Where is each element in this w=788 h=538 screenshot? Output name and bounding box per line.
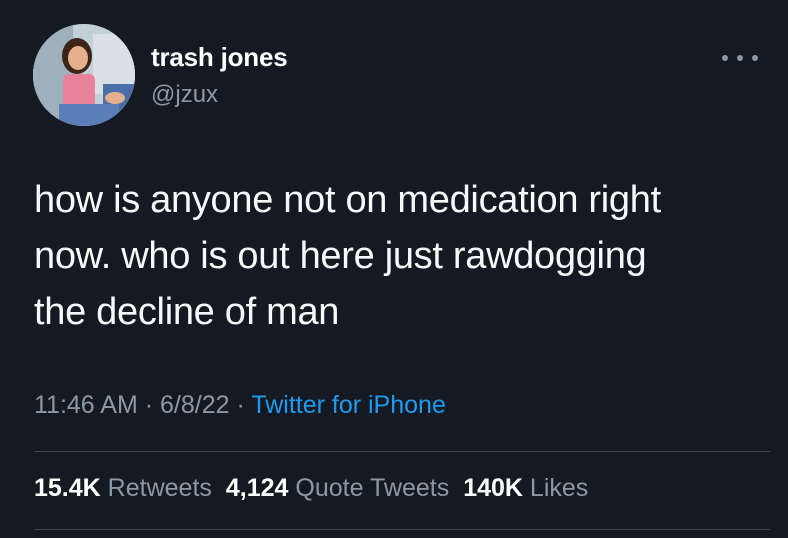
tweet-stats: 15.4K Retweets 4,124 Quote Tweets 140K Lik… [34, 474, 602, 503]
meta-separator: · [236, 391, 245, 419]
more-dot-icon [737, 55, 743, 61]
retweets-stat[interactable]: 15.4K Retweets [34, 474, 212, 502]
more-options-button[interactable] [722, 48, 758, 68]
author-name[interactable]: trash jones [151, 42, 288, 73]
tweet-date[interactable]: 6/8/22 [160, 391, 230, 419]
likes-label: Likes [529, 474, 589, 502]
quote-tweets-label: Quote Tweets [295, 474, 450, 502]
retweets-count: 15.4K [34, 474, 101, 502]
avatar-photo [33, 24, 135, 126]
author-handle[interactable]: @jzux [151, 81, 218, 109]
likes-stat[interactable]: 140K Likes [463, 474, 588, 502]
quote-tweets-stat[interactable]: 4,124 Quote Tweets [226, 474, 449, 502]
tweet-text: how is anyone not on medication right no… [34, 179, 661, 333]
retweets-label: Retweets [107, 474, 212, 502]
more-dot-icon [722, 55, 728, 61]
divider [34, 529, 770, 530]
tweet-source-link[interactable]: Twitter for iPhone [251, 391, 446, 419]
more-dot-icon [752, 55, 758, 61]
likes-count: 140K [463, 474, 523, 502]
tweet-time[interactable]: 11:46 AM [34, 391, 138, 419]
meta-separator: · [144, 391, 154, 419]
tweet-card: trash jones @jzux how is anyone not on m… [0, 0, 788, 538]
quote-tweets-count: 4,124 [225, 474, 289, 502]
divider [34, 451, 770, 452]
tweet-metadata: 11:46 AM · 6/8/22 · Twitter for iPhone [34, 391, 446, 420]
avatar[interactable] [33, 24, 135, 126]
